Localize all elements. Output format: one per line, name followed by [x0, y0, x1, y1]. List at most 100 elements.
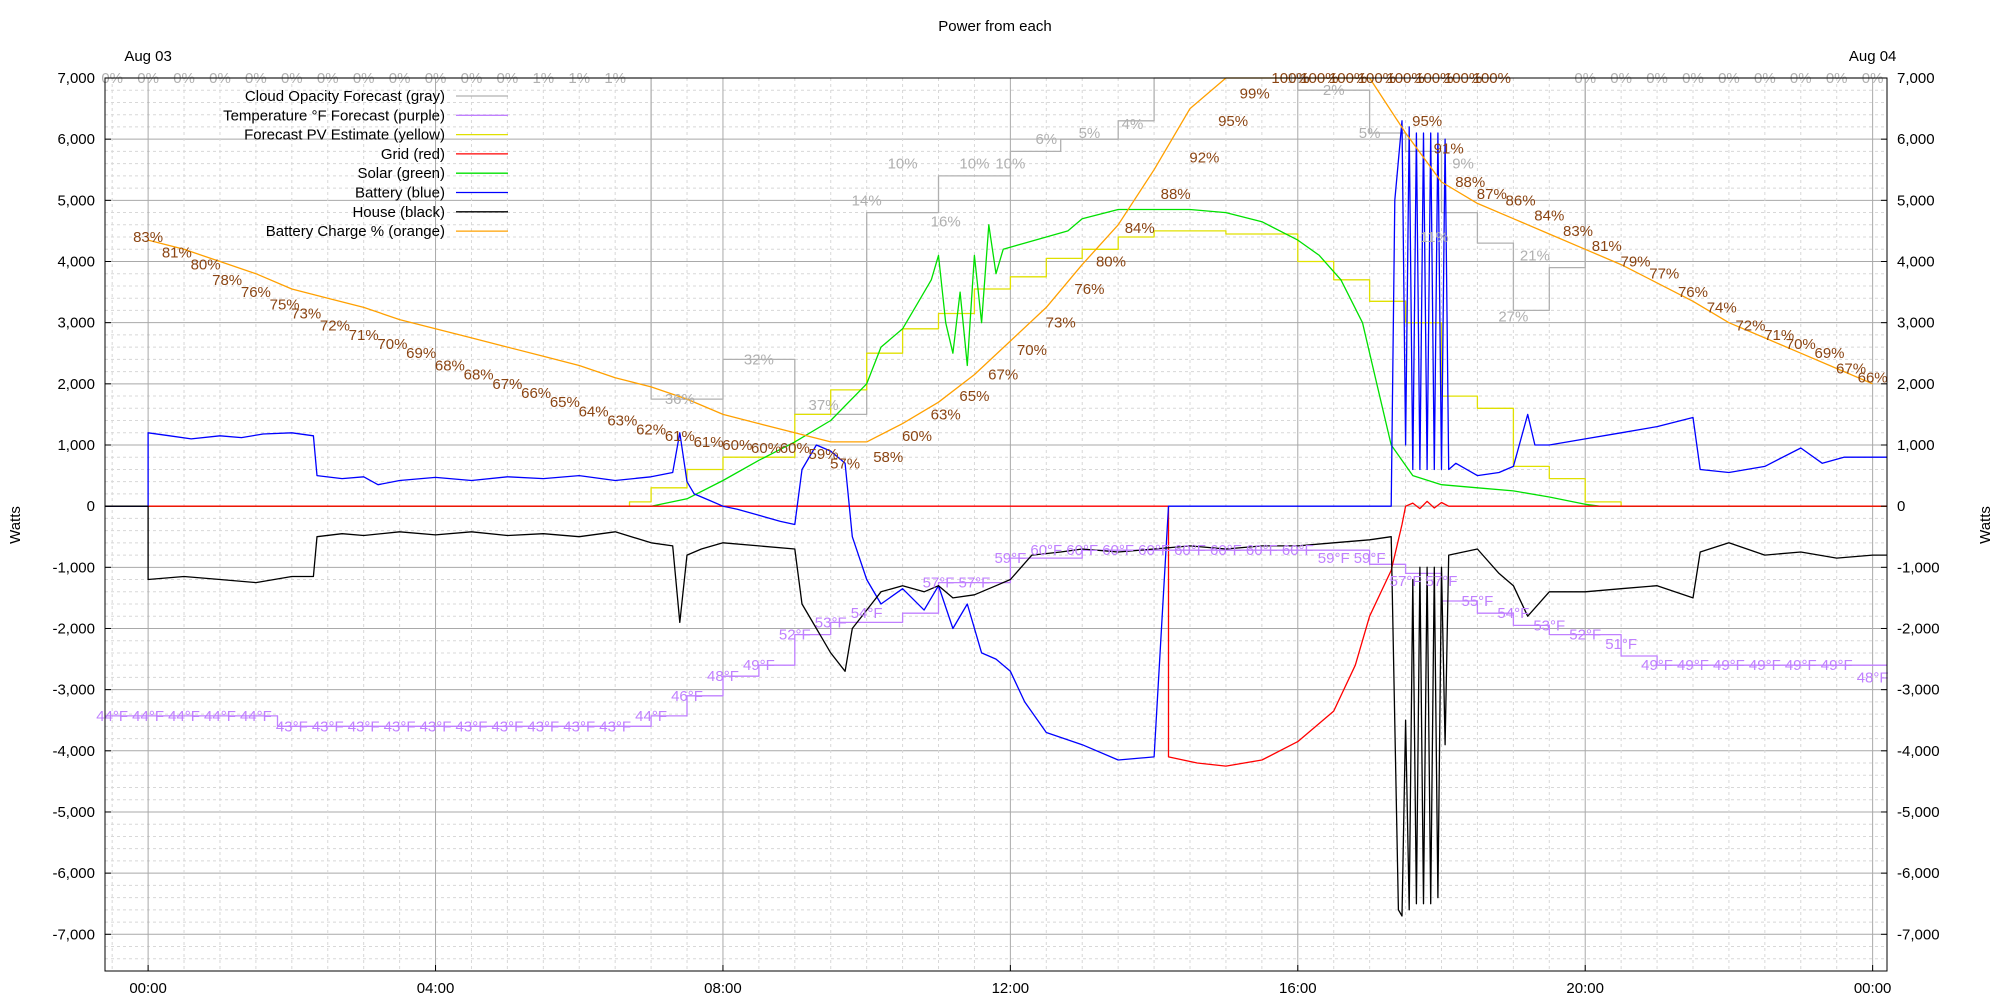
data-label: 43°F	[348, 718, 380, 735]
y-tick-label-right: 7,000	[1897, 70, 1935, 87]
y-tick-label-right: 1,000	[1897, 437, 1935, 454]
data-label: 60%	[780, 440, 810, 457]
data-label: 44°F	[168, 708, 200, 725]
date-label: Aug 03	[124, 48, 172, 65]
y-tick-label-left: 5,000	[57, 192, 95, 209]
x-tick-label: 12:00	[992, 980, 1030, 997]
data-label: 60°F	[1102, 542, 1134, 559]
data-label: 60°F	[1282, 542, 1314, 559]
data-label: 46°F	[671, 688, 703, 705]
data-label: 61%	[665, 428, 695, 445]
y-tick-label-right: -3,000	[1897, 682, 1940, 699]
x-tick-label: 04:00	[417, 980, 455, 997]
data-label: 60%	[722, 437, 752, 454]
legend-label: House (black)	[352, 204, 445, 221]
data-label: 57°F	[1390, 573, 1422, 590]
data-label: 52°F	[1569, 627, 1601, 644]
chart-title: Power from each	[938, 18, 1051, 35]
data-label: 37%	[809, 397, 839, 414]
data-label: 68%	[435, 357, 465, 374]
x-tick-label: 08:00	[704, 980, 742, 997]
data-label: 6%	[1035, 131, 1057, 148]
y-tick-label-right: -2,000	[1897, 620, 1940, 637]
data-label: 43°F	[527, 718, 559, 735]
data-label: 44°F	[635, 708, 667, 725]
data-label: 80%	[1096, 253, 1126, 270]
data-label: 78%	[212, 272, 242, 289]
y-tick-label-left: 2,000	[57, 376, 95, 393]
legend-label: Grid (red)	[381, 146, 445, 163]
data-label: 5%	[1359, 125, 1381, 142]
data-label: 59°F	[1318, 550, 1350, 567]
data-label: 81%	[1592, 238, 1622, 255]
data-label: 16%	[931, 214, 961, 231]
data-label: 60%	[751, 440, 781, 457]
y-tick-label-right: 2,000	[1897, 376, 1935, 393]
y-tick-label-left: -3,000	[52, 682, 95, 699]
y-tick-label-left: 4,000	[57, 253, 95, 270]
x-tick-label: 16:00	[1279, 980, 1317, 997]
data-label: 44°F	[132, 708, 164, 725]
data-label: 9%	[1452, 156, 1474, 173]
data-label: 57°F	[1426, 573, 1458, 590]
data-label: 60°F	[1138, 542, 1170, 559]
data-label: 60°F	[1030, 542, 1062, 559]
data-label: 92%	[1189, 150, 1219, 167]
y-tick-label-left: -1,000	[52, 559, 95, 576]
data-label: 11%	[1420, 229, 1449, 246]
legend-label: Solar (green)	[357, 165, 445, 182]
data-label: 83%	[1563, 223, 1593, 240]
y-tick-label-right: -5,000	[1897, 804, 1940, 821]
data-label: 4%	[1122, 116, 1144, 133]
data-label: 64%	[579, 403, 609, 420]
data-label: 70%	[1017, 342, 1047, 359]
data-label: 43°F	[491, 718, 523, 735]
data-label: 59°F	[1354, 550, 1386, 567]
y-tick-label-right: 0	[1897, 498, 1905, 515]
data-label: 69%	[406, 345, 436, 362]
data-label: 32%	[744, 351, 774, 368]
data-label: 88%	[1161, 186, 1191, 203]
data-label: 58%	[873, 449, 903, 466]
data-label: 84%	[1534, 208, 1564, 225]
data-label: 21%	[1520, 247, 1550, 264]
chart-background	[0, 0, 2000, 1000]
data-label: 43°F	[563, 718, 595, 735]
legend-label: Forecast PV Estimate (yellow)	[244, 127, 445, 144]
legend-label: Battery Charge % (orange)	[266, 223, 445, 240]
data-label: 49°F	[1641, 657, 1673, 674]
data-label: 67%	[988, 367, 1018, 384]
y-tick-label-left: -2,000	[52, 620, 95, 637]
y-axis-label-right: Watts	[1977, 506, 1994, 544]
data-label: 76%	[1074, 281, 1104, 298]
data-label: 81%	[162, 244, 192, 261]
data-label: 76%	[241, 284, 271, 301]
data-label: 49°F	[1713, 657, 1745, 674]
data-label: 67%	[492, 376, 522, 393]
x-tick-label: 20:00	[1566, 980, 1604, 997]
data-label: 53°F	[1533, 617, 1565, 634]
data-label: 44°F	[240, 708, 272, 725]
y-tick-label-right: 3,000	[1897, 315, 1935, 332]
data-label: 49°F	[1677, 657, 1709, 674]
y-tick-label-left: -5,000	[52, 804, 95, 821]
data-label: 63%	[607, 413, 637, 430]
data-label: 60°F	[1210, 542, 1242, 559]
data-label: 14%	[852, 192, 882, 209]
data-label: 72%	[320, 318, 350, 335]
y-tick-label-left: 7,000	[57, 70, 95, 87]
data-label: 48°F	[1857, 669, 1889, 686]
data-label: 63%	[931, 406, 961, 423]
data-label: 62%	[636, 422, 666, 439]
data-label: 60°F	[1066, 542, 1098, 559]
data-label: 91%	[1434, 140, 1464, 157]
data-label: 74%	[1707, 299, 1737, 316]
data-label: 43°F	[384, 718, 416, 735]
data-label: 73%	[291, 305, 321, 322]
data-label: 76%	[1678, 284, 1708, 301]
legend-label: Cloud Opacity Forecast (gray)	[245, 88, 445, 105]
data-label: 10%	[995, 156, 1025, 173]
y-tick-label-left: -7,000	[52, 926, 95, 943]
y-tick-label-right: 5,000	[1897, 192, 1935, 209]
data-label: 49°F	[743, 657, 775, 674]
